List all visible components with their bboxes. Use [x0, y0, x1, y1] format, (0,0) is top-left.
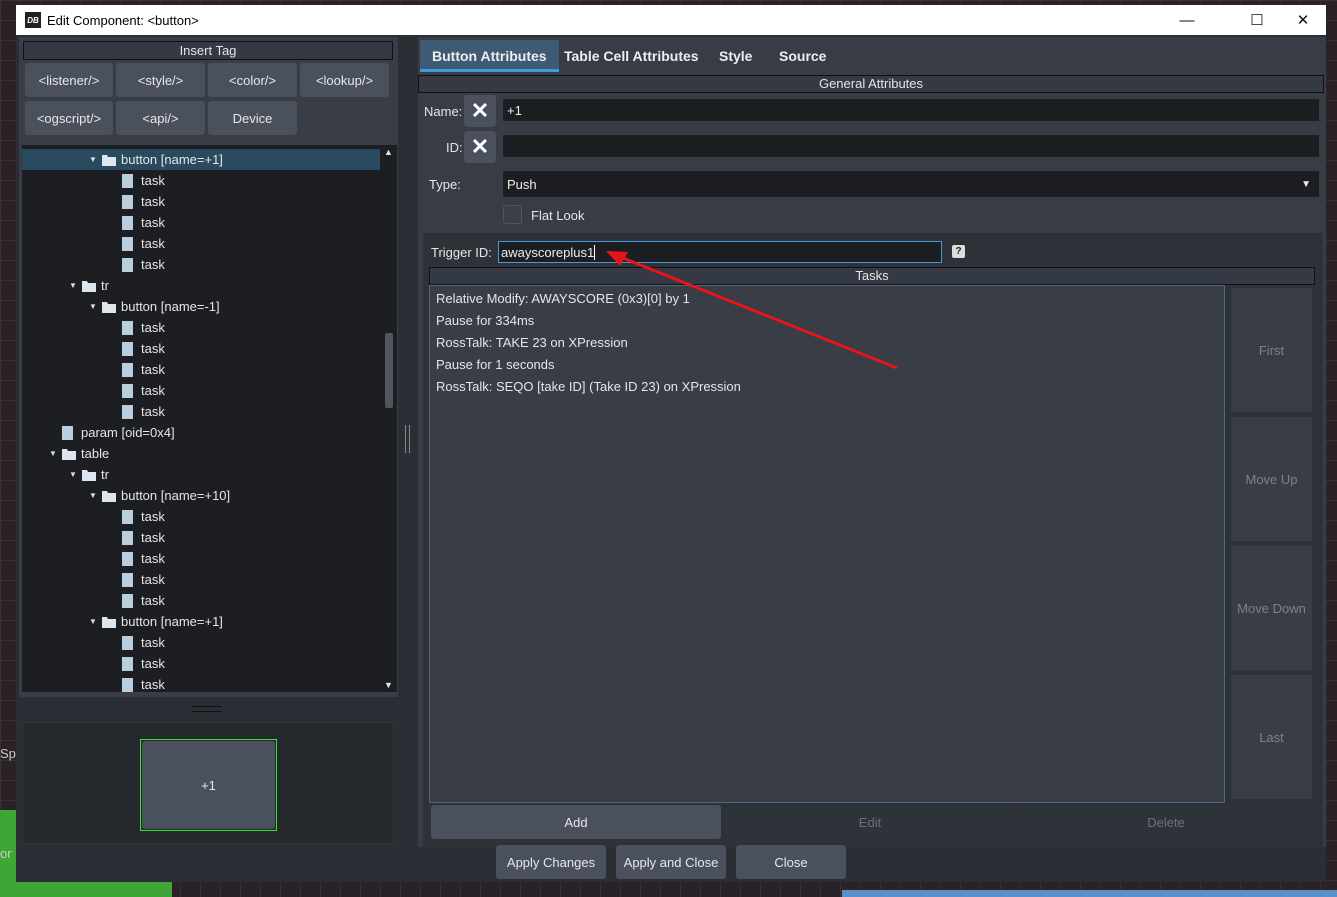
annotation-arrow: [606, 251, 898, 370]
